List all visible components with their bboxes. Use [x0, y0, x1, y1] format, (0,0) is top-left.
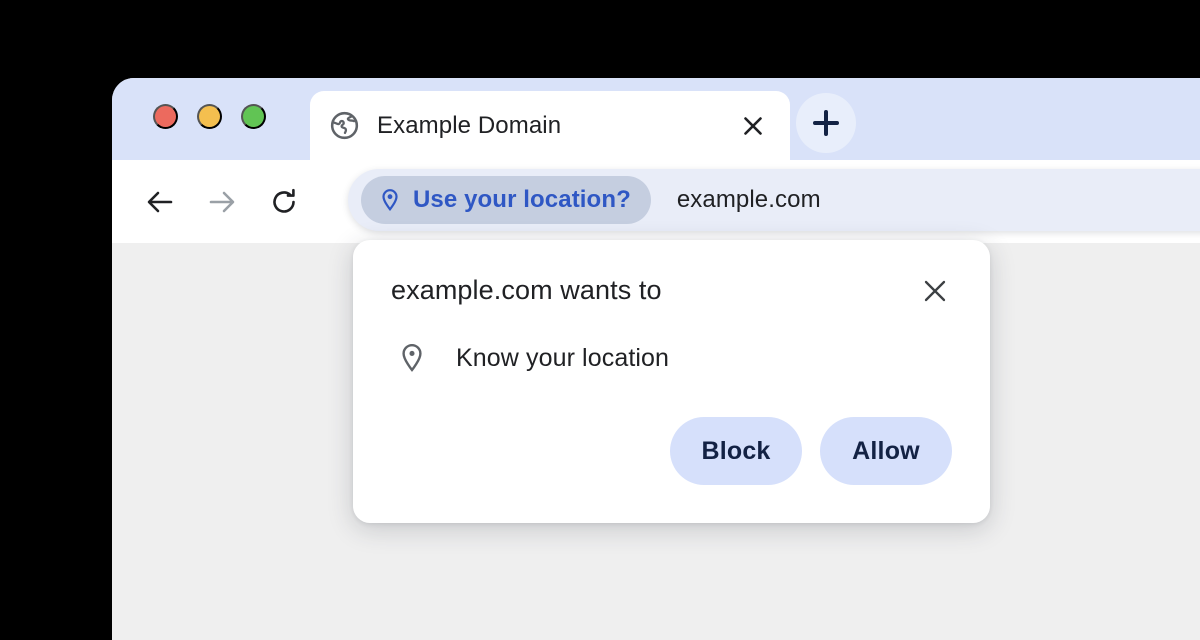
browser-tab[interactable]: Example Domain: [310, 91, 790, 160]
close-icon: [924, 280, 946, 302]
location-pin-icon: [402, 343, 422, 372]
window-minimize-button[interactable]: [197, 104, 222, 129]
reload-icon: [273, 188, 295, 213]
navigation-buttons: [136, 160, 308, 243]
tab-strip: Example Domain: [112, 78, 1200, 160]
plus-icon: [813, 110, 839, 136]
reload-button[interactable]: [260, 178, 308, 226]
close-icon: [744, 116, 762, 135]
permission-label: Know your location: [456, 343, 670, 372]
forward-button[interactable]: [198, 178, 246, 226]
dialog-actions: Block Allow: [391, 417, 952, 485]
block-button[interactable]: Block: [670, 417, 802, 485]
omnibox-url-text: example.com: [676, 186, 821, 213]
new-tab-button[interactable]: [796, 93, 856, 153]
globe-icon: [330, 111, 359, 140]
tab-title: Example Domain: [377, 111, 562, 139]
omnibox[interactable]: Use your location? example.com: [348, 169, 1200, 231]
location-permission-dialog: example.com wants to Know your location …: [353, 240, 990, 523]
dialog-close-button[interactable]: [918, 274, 952, 308]
dialog-title: example.com wants to: [391, 275, 662, 305]
window-maximize-button[interactable]: [241, 104, 266, 129]
window-controls: [153, 104, 266, 129]
location-pin-icon: [382, 189, 398, 212]
arrow-right-icon: [209, 191, 235, 212]
allow-button[interactable]: Allow: [820, 417, 952, 485]
location-permission-chip[interactable]: Use your location?: [361, 176, 651, 224]
screenshot-stage: Example Domain Use your location? exampl…: [0, 0, 1200, 640]
dialog-header: example.com wants to: [391, 274, 952, 308]
permission-item: Know your location: [391, 342, 952, 374]
browser-toolbar: Use your location? example.com: [112, 160, 1200, 243]
window-close-button[interactable]: [153, 104, 178, 129]
arrow-left-icon: [147, 191, 173, 212]
tab-close-button[interactable]: [738, 111, 768, 141]
location-chip-label: Use your location?: [413, 186, 631, 213]
back-button[interactable]: [136, 178, 184, 226]
